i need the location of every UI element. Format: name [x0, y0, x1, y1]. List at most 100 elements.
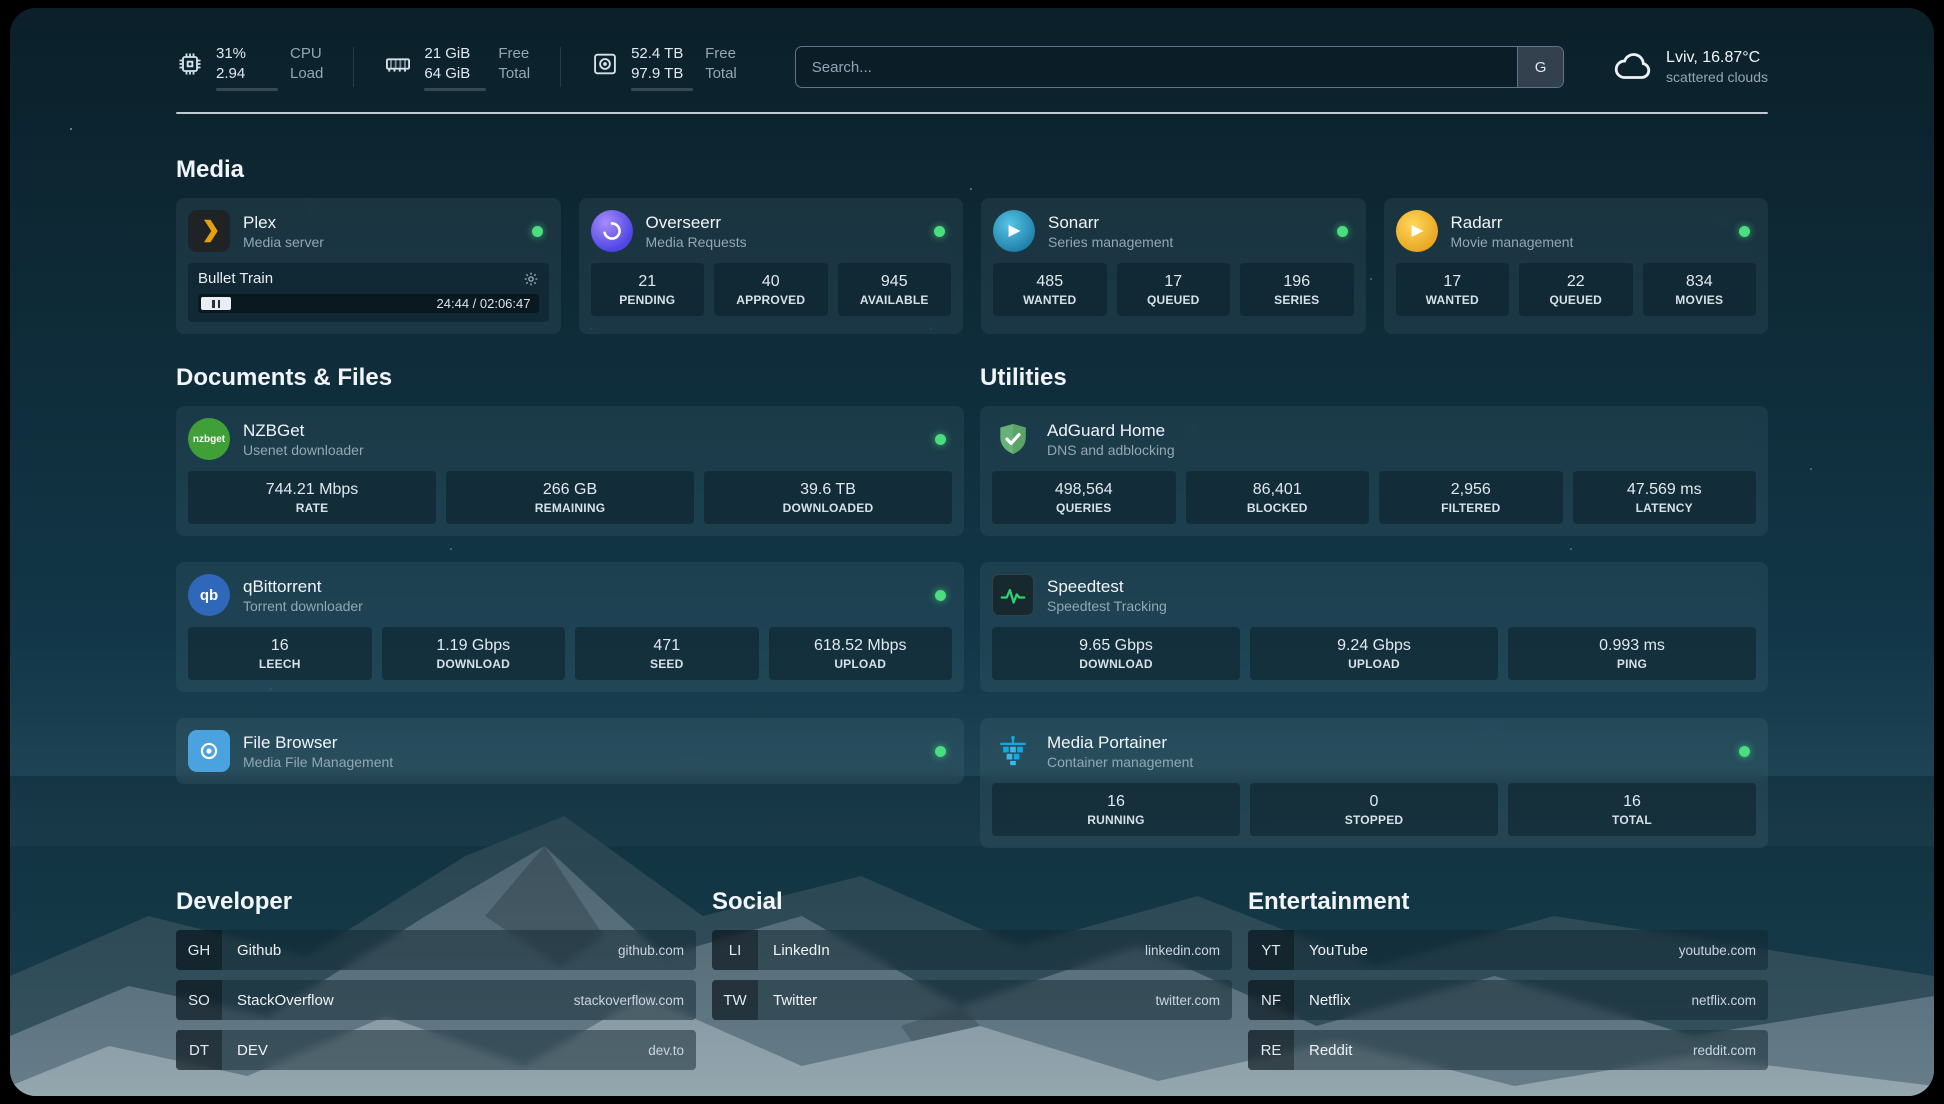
bookmark-name: Reddit — [1309, 1042, 1352, 1059]
header-divider — [560, 47, 561, 87]
service-name: AdGuard Home — [1047, 420, 1175, 441]
memory-resource-widget: 21 GiB Free 64 GiB Total — [384, 44, 530, 91]
bookmark-href: reddit.com — [1693, 1043, 1756, 1058]
service-desc: Torrent downloader — [243, 597, 363, 615]
service-link-nzbget[interactable]: nzbget NZBGet Usenet downloader — [188, 418, 952, 460]
bookmark-href: stackoverflow.com — [574, 993, 684, 1008]
service-link-portainer[interactable]: Media Portainer Container management — [992, 730, 1756, 772]
stat-filtered: 2,956 FILTERED — [1379, 471, 1563, 524]
stat-downloaded: 39.6 TB DOWNLOADED — [704, 471, 952, 524]
bookmark-netflix[interactable]: NF Netflix netflix.com — [1248, 980, 1768, 1020]
search-input[interactable] — [796, 47, 1517, 87]
service-card-nzbget: nzbget NZBGet Usenet downloader 744.21 M… — [176, 406, 964, 536]
stat-queries: 498,564 QUERIES — [992, 471, 1176, 524]
bookmark-github[interactable]: GH Github github.com — [176, 930, 696, 970]
stat-approved: 40 APPROVED — [714, 263, 828, 316]
bookmark-abbr: RE — [1248, 1030, 1294, 1070]
playback-time: 24:44 / 02:06:47 — [437, 294, 531, 313]
search-bar[interactable]: G — [795, 46, 1564, 88]
memory-icon — [384, 50, 412, 78]
service-desc: Speedtest Tracking — [1047, 597, 1167, 615]
section-title-documents: Documents & Files — [176, 364, 964, 392]
bookmark-group-title: Entertainment — [1248, 888, 1768, 916]
service-link-qbittorrent[interactable]: qb qBittorrent Torrent downloader — [188, 574, 952, 616]
memory-free-label: Free — [498, 44, 530, 63]
service-desc: Media File Management — [243, 753, 393, 771]
bookmark-href: youtube.com — [1679, 943, 1756, 958]
service-desc: Series management — [1048, 233, 1173, 251]
bookmark-group-title: Developer — [176, 888, 696, 916]
bookmark-twitter[interactable]: TW Twitter twitter.com — [712, 980, 1232, 1020]
header-rule — [176, 112, 1768, 114]
memory-free-value: 21 GiB — [424, 44, 486, 63]
service-link-speedtest[interactable]: Speedtest Speedtest Tracking — [992, 574, 1756, 616]
bookmark-dev[interactable]: DT DEV dev.to — [176, 1030, 696, 1070]
service-name: Radarr — [1451, 212, 1574, 233]
plex-icon — [188, 210, 230, 252]
status-dot — [1739, 226, 1750, 237]
overseerr-icon — [591, 210, 633, 252]
service-card-overseerr: Overseerr Media Requests 21 PENDING 40 A… — [579, 198, 964, 334]
filebrowser-icon — [188, 730, 230, 772]
cpu-load-label: Load — [290, 64, 323, 83]
stat-blocked: 86,401 BLOCKED — [1186, 471, 1370, 524]
stat-movies: 834 MOVIES — [1643, 263, 1757, 316]
service-link-overseerr[interactable]: Overseerr Media Requests — [591, 210, 952, 252]
bookmark-group-developer: Developer GH Github github.com SO StackO… — [176, 888, 696, 1080]
search-provider-button[interactable]: G — [1517, 47, 1563, 87]
bookmark-name: DEV — [237, 1042, 268, 1059]
bookmark-stackoverflow[interactable]: SO StackOverflow stackoverflow.com — [176, 980, 696, 1020]
service-link-adguard[interactable]: AdGuard Home DNS and adblocking — [992, 418, 1756, 460]
bookmark-reddit[interactable]: RE Reddit reddit.com — [1248, 1030, 1768, 1070]
service-link-sonarr[interactable]: Sonarr Series management — [993, 210, 1354, 252]
service-card-qbittorrent: qb qBittorrent Torrent downloader 16 LEE… — [176, 562, 964, 692]
bookmark-linkedin[interactable]: LI LinkedIn linkedin.com — [712, 930, 1232, 970]
service-link-filebrowser[interactable]: File Browser Media File Management — [188, 730, 952, 772]
status-dot — [935, 746, 946, 757]
stat-rate: 744.21 Mbps RATE — [188, 471, 436, 524]
cpu-icon — [176, 50, 204, 78]
stat-download: 9.65 Gbps DOWNLOAD — [992, 627, 1240, 680]
service-link-plex[interactable]: Plex Media server — [188, 210, 549, 252]
section-title-media: Media — [176, 156, 1768, 184]
service-card-radarr: Radarr Movie management 17 WANTED 22 QUE… — [1384, 198, 1769, 334]
service-name: Speedtest — [1047, 576, 1167, 597]
bookmark-group-social: Social LI LinkedIn linkedin.com TW Twitt… — [712, 888, 1232, 1080]
bookmark-name: Github — [237, 942, 281, 959]
service-card-portainer: Media Portainer Container management 16 … — [980, 718, 1768, 848]
service-card-speedtest: Speedtest Speedtest Tracking 9.65 Gbps D… — [980, 562, 1768, 692]
cpu-usage-label: CPU — [290, 44, 323, 63]
service-desc: Media Requests — [646, 233, 747, 251]
dashboard-window: 31% CPU 2.94 Load 21 GiB Free 64 GiB — [10, 8, 1934, 1096]
cpu-usage-value: 31% — [216, 44, 278, 63]
weather-condition: scattered clouds — [1666, 68, 1768, 86]
bookmark-name: Twitter — [773, 992, 817, 1009]
bookmark-href: github.com — [618, 943, 684, 958]
cloud-icon — [1612, 46, 1654, 88]
memory-total-value: 64 GiB — [424, 64, 486, 83]
service-card-plex: Plex Media server Bullet Train — [176, 198, 561, 334]
section-title-utilities: Utilities — [980, 364, 1768, 392]
bookmark-youtube[interactable]: YT YouTube youtube.com — [1248, 930, 1768, 970]
cpu-resource-widget: 31% CPU 2.94 Load — [176, 44, 323, 91]
stat-latency: 47.569 ms LATENCY — [1573, 471, 1757, 524]
stat-seed: 471 SEED — [575, 627, 759, 680]
service-desc: Usenet downloader — [243, 441, 364, 459]
gear-icon[interactable] — [523, 271, 539, 287]
service-name: Overseerr — [646, 212, 747, 233]
pause-icon — [201, 297, 231, 310]
stat-queued: 17 QUEUED — [1117, 263, 1231, 316]
service-desc: Container management — [1047, 753, 1193, 771]
memory-total-label: Total — [498, 64, 530, 83]
service-link-radarr[interactable]: Radarr Movie management — [1396, 210, 1757, 252]
stat-series: 196 SERIES — [1240, 263, 1354, 316]
weather-widget: Lviv, 16.87°C scattered clouds — [1612, 46, 1768, 88]
bookmark-abbr: LI — [712, 930, 758, 970]
bookmark-name: StackOverflow — [237, 992, 334, 1009]
service-name: File Browser — [243, 732, 393, 753]
stat-available: 945 AVAILABLE — [838, 263, 952, 316]
stat-total: 16 TOTAL — [1508, 783, 1756, 836]
service-desc: Media server — [243, 233, 324, 251]
bookmark-href: twitter.com — [1155, 993, 1220, 1008]
speedtest-icon — [992, 574, 1034, 616]
